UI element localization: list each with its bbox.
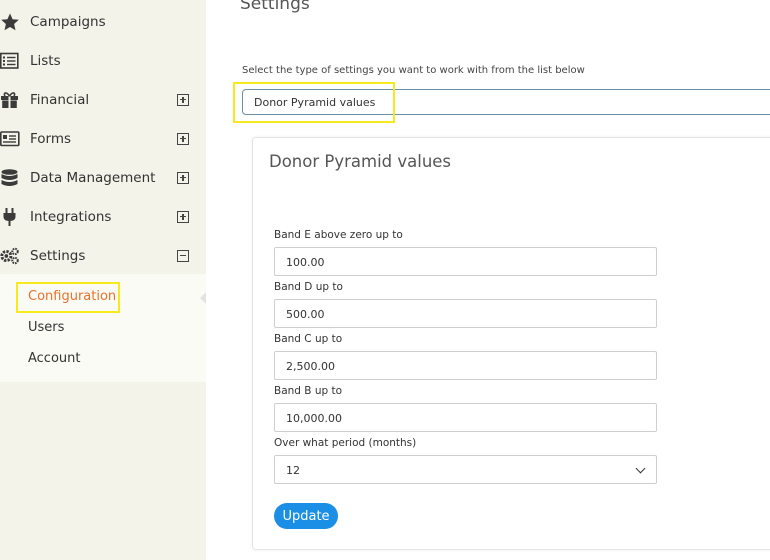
band-e-label: Band E above zero up to (274, 229, 403, 241)
period-value: 12 (286, 464, 300, 477)
band-e-value: 100.00 (286, 256, 325, 269)
band-b-input[interactable]: 10,000.00 (274, 403, 657, 432)
gift-icon (0, 90, 20, 110)
sidebar-item-integrations[interactable]: Integrations (0, 197, 206, 236)
band-c-label: Band C up to (274, 333, 343, 345)
page-title: Settings (240, 0, 310, 14)
collapse-icon[interactable] (177, 249, 189, 262)
sidebar-item-label: Settings (30, 247, 86, 264)
expand-icon[interactable] (177, 132, 189, 145)
band-e-input[interactable]: 100.00 (274, 247, 657, 276)
expand-icon[interactable] (177, 93, 189, 106)
sidebar-item-label: Financial (30, 91, 90, 108)
expand-icon[interactable] (177, 171, 189, 184)
sidebar-item-financial[interactable]: Financial (0, 80, 206, 119)
submenu-item-users[interactable]: Users (28, 320, 64, 335)
active-caret (200, 292, 206, 304)
database-icon (0, 168, 20, 188)
list-icon (0, 51, 20, 71)
sidebar-item-label: Data Management (30, 169, 156, 186)
band-b-value: 10,000.00 (286, 412, 342, 425)
chevron-down-icon (635, 463, 646, 474)
settings-type-hint: Select the type of settings you want to … (242, 65, 585, 76)
star-icon (0, 12, 20, 32)
sidebar-item-label: Lists (30, 52, 61, 69)
sidebar-item-label: Integrations (30, 208, 112, 225)
sidebar-item-label: Campaigns (30, 13, 106, 30)
sidebar-item-settings[interactable]: Settings (0, 236, 206, 275)
band-d-label: Band D up to (274, 281, 343, 293)
band-c-value: 2,500.00 (286, 360, 335, 373)
submenu-item-account[interactable]: Account (28, 351, 81, 366)
sidebar-item-forms[interactable]: Forms (0, 119, 206, 158)
gears-icon (0, 246, 20, 266)
band-b-label: Band B up to (274, 385, 343, 397)
band-d-value: 500.00 (286, 308, 325, 321)
highlight-box (16, 282, 120, 313)
sidebar-item-label: Forms (30, 130, 72, 147)
card-title: Donor Pyramid values (269, 152, 452, 171)
sidebar-item-lists[interactable]: Lists (0, 41, 206, 80)
period-select[interactable]: 12 (274, 455, 657, 484)
sidebar: Campaigns Lists Financial Forms Data Man… (0, 0, 206, 560)
band-c-input[interactable]: 2,500.00 (274, 351, 657, 380)
plug-icon (0, 207, 20, 227)
sidebar-item-data-management[interactable]: Data Management (0, 158, 206, 197)
period-label: Over what period (months) (274, 437, 417, 449)
band-d-input[interactable]: 500.00 (274, 299, 657, 328)
sidebar-item-campaigns[interactable]: Campaigns (0, 2, 206, 41)
form-icon (0, 129, 20, 149)
expand-icon[interactable] (177, 210, 189, 223)
update-button[interactable]: Update (274, 503, 338, 529)
highlight-box (233, 82, 395, 123)
